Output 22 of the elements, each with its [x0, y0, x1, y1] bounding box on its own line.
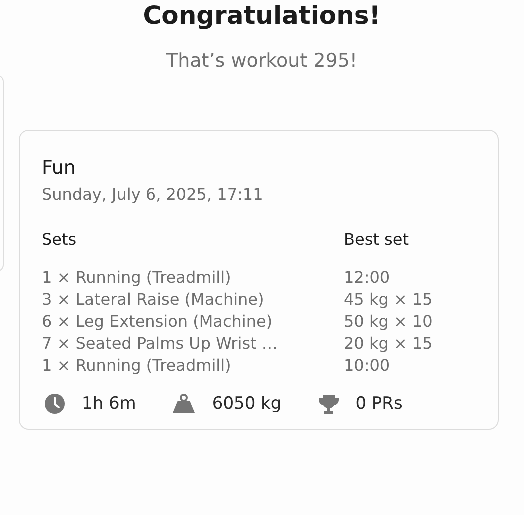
exercise-text: 1 × Running (Treadmill) [42, 356, 232, 375]
exercise-text: 3 × Lateral Raise (Machine) [42, 290, 266, 309]
best-set-text: 20 kg × 15 [344, 334, 434, 353]
best-set-text: 12:00 [344, 268, 392, 287]
exercise-text: 1 × Running (Treadmill) [42, 268, 232, 287]
stat-text: 0 PRs [356, 394, 403, 414]
workout-name: Fun [42, 157, 77, 179]
stat-text: 6050 kg [212, 394, 282, 414]
trophy-icon [318, 393, 340, 415]
best-set-text: 45 kg × 15 [344, 290, 434, 309]
stat-text: 1h 6m [82, 394, 136, 414]
workout-count-text: That’s workout 295! [166, 50, 358, 72]
best-set-text: 10:00 [344, 356, 392, 375]
column-header: Best set [344, 230, 410, 249]
column-header: Sets [42, 230, 78, 249]
weight-icon [172, 394, 196, 414]
clock-icon [44, 393, 66, 415]
workout-date: Sunday, July 6, 2025, 17:11 [42, 185, 264, 204]
exercise-text: 7 × Seated Palms Up Wrist … [42, 334, 279, 353]
best-set-text: 50 kg × 10 [344, 312, 434, 331]
page-title: Congratulations! [143, 0, 381, 30]
exercise-text: 6 × Leg Extension (Machine) [42, 312, 274, 331]
